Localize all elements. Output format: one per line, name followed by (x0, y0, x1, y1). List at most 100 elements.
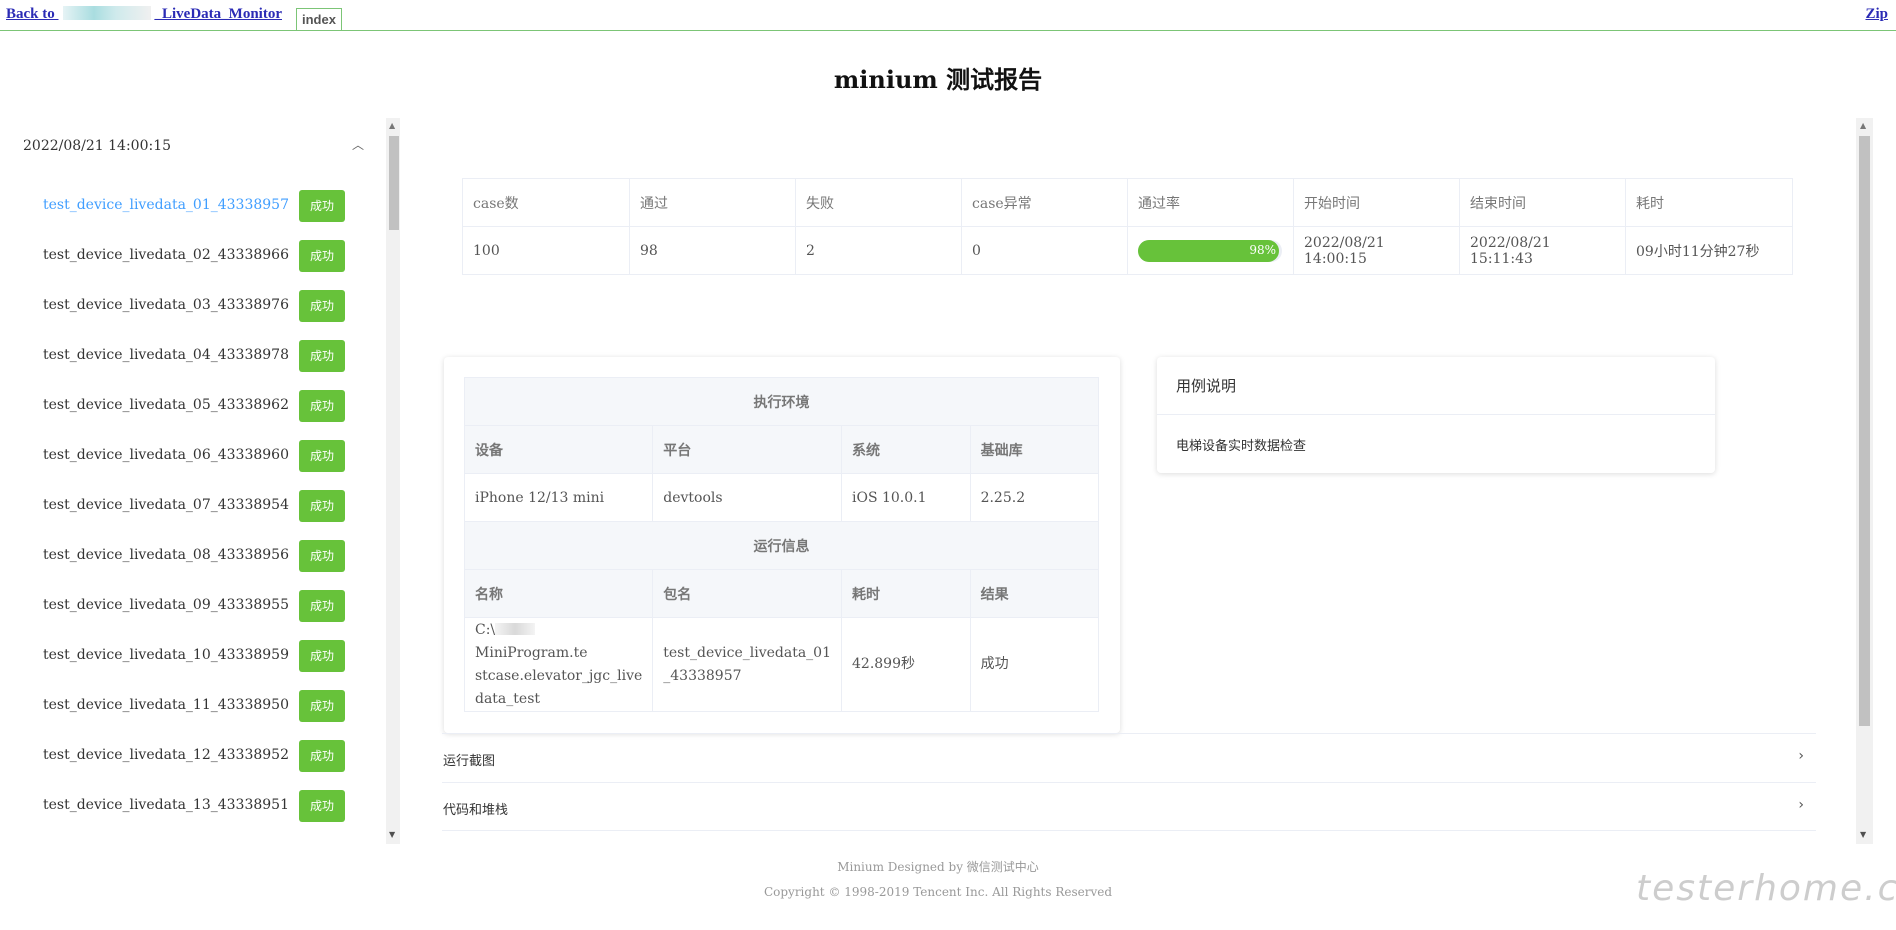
pass-rate-label: 98% (1249, 242, 1276, 257)
case-name[interactable]: test_device_livedata_03_43338976 (43, 297, 289, 313)
status-success-button[interactable]: 成功 (299, 790, 345, 822)
sdk-version-value: 2.25.2 (969, 473, 1100, 522)
summary-value-row: 100 98 2 0 98% 2022/08/21 14:00:15 2022/… (462, 226, 1793, 275)
section-title-env: 执行环境 (464, 377, 1099, 426)
scroll-down-arrow-icon[interactable]: ▼ (389, 830, 395, 839)
status-success-button[interactable]: 成功 (299, 740, 345, 772)
status-success-button[interactable]: 成功 (299, 390, 345, 422)
sidebar-case-item[interactable]: test_device_livedata_03_43338976 成功 (0, 282, 385, 332)
status-success-button[interactable]: 成功 (299, 540, 345, 572)
run-result-value: 成功 (969, 617, 1100, 712)
sidebar-case-item[interactable]: test_device_livedata_02_43338966 成功 (0, 232, 385, 282)
pass-rate-cell: 98% (1127, 226, 1294, 275)
run-name-value: C:\ MiniProgram.te stcase.elevator_jgc_li… (463, 617, 654, 712)
zip-link[interactable]: Zip (1865, 6, 1888, 23)
pass-rate-progress: 98% (1138, 239, 1282, 262)
case-name[interactable]: test_device_livedata_10_43338959 (43, 647, 289, 663)
summary-header: 结束时间 (1459, 178, 1626, 227)
sidebar-scroll-thumb[interactable] (389, 136, 399, 230)
site-watermark: testerhome.com (1636, 868, 1896, 909)
sidebar-case-item[interactable]: test_device_livedata_13_43338951 成功 (0, 782, 385, 832)
env-header: 设备 (463, 425, 654, 474)
description-body: 电梯设备实时数据检查 (1176, 439, 1307, 454)
system-value: iOS 10.0.1 (841, 473, 971, 522)
case-name[interactable]: test_device_livedata_09_43338955 (43, 597, 289, 613)
section-title-run: 运行信息 (464, 521, 1099, 570)
index-tab[interactable]: index (296, 8, 342, 30)
env-header: 平台 (652, 425, 842, 474)
collapse-code-stack-label: 代码和堆栈 (443, 803, 509, 818)
collapse-screenshots-label: 运行截图 (443, 754, 496, 769)
case-name[interactable]: test_device_livedata_07_43338954 (43, 497, 289, 513)
sidebar-case-item[interactable]: test_device_livedata_06_43338960 成功 (0, 432, 385, 482)
start-time: 2022/08/21 14:00:15 (1293, 226, 1460, 275)
status-success-button[interactable]: 成功 (299, 340, 345, 372)
case-name[interactable]: test_device_livedata_08_43338956 (43, 547, 289, 563)
device-value: iPhone 12/13 mini (463, 473, 654, 522)
run-name-rest: MiniProgram.te stcase.elevator_jgc_live … (475, 644, 643, 707)
failed-count: 2 (795, 226, 962, 275)
run-header: 结果 (969, 569, 1100, 618)
run-header: 名称 (463, 569, 654, 618)
sidebar-case-item[interactable]: test_device_livedata_10_43338959 成功 (0, 632, 385, 682)
status-success-button[interactable]: 成功 (299, 440, 345, 472)
run-name-prefix: C:\ (475, 621, 496, 638)
case-name[interactable]: test_device_livedata_01_43338957 (43, 197, 289, 213)
passed-count: 98 (629, 226, 796, 275)
footer-designed: Minium Designed by 微信测试中心 (837, 860, 1039, 874)
sidebar-case-item[interactable]: test_device_livedata_09_43338955 成功 (0, 582, 385, 632)
status-success-button[interactable]: 成功 (299, 690, 345, 722)
top-link-bar: Back to _LiveData_Monitor index Zip (0, 0, 1896, 31)
case-sidebar: 2022/08/21 14:00:15 ︿ test_device_liveda… (0, 118, 400, 844)
sidebar-case-item[interactable]: test_device_livedata_12_43338952 成功 (0, 732, 385, 782)
chevron-right-icon: › (1798, 797, 1804, 813)
case-name[interactable]: test_device_livedata_06_43338960 (43, 447, 289, 463)
run-group-date[interactable]: 2022/08/21 14:00:15 (23, 138, 171, 154)
chevron-up-icon[interactable]: ︿ (352, 136, 364, 153)
summary-header: 开始时间 (1293, 178, 1460, 227)
case-count: 100 (462, 226, 630, 275)
status-success-button[interactable]: 成功 (299, 240, 345, 272)
case-name[interactable]: test_device_livedata_12_43338952 (43, 747, 289, 763)
status-success-button[interactable]: 成功 (299, 490, 345, 522)
redacted-path-block (495, 622, 536, 635)
back-link-suffix: _LiveData_Monitor (154, 6, 282, 22)
duration: 09小时11分钟27秒 (1625, 226, 1793, 275)
run-duration-value: 42.899秒 (841, 617, 971, 712)
environment-card: 执行环境 设备 平台 系统 基础库 iPhone 12/13 mini devt… (444, 357, 1120, 733)
sidebar-case-item[interactable]: test_device_livedata_05_43338962 成功 (0, 382, 385, 432)
status-success-button[interactable]: 成功 (299, 290, 345, 322)
main-scroll-up-arrow-icon[interactable]: ▲ (1860, 121, 1866, 130)
page-title: minium 测试报告 (833, 65, 1043, 94)
case-name[interactable]: test_device_livedata_02_43338966 (43, 247, 289, 263)
env-header: 基础库 (969, 425, 1100, 474)
collapse-screenshots[interactable]: 运行截图 › (442, 733, 1816, 782)
status-success-button[interactable]: 成功 (299, 640, 345, 672)
summary-header: 通过 (629, 178, 796, 227)
case-name[interactable]: test_device_livedata_04_43338978 (43, 347, 289, 363)
footer-copyright: Copyright © 1998-2019 Tencent Inc. All R… (763, 885, 1113, 899)
run-package-value: test_device_livedata_01 _43338957 (652, 617, 842, 712)
main-scroll-down-arrow-icon[interactable]: ▼ (1860, 830, 1866, 839)
back-to-monitor-link[interactable]: Back to _LiveData_Monitor (6, 6, 282, 23)
sidebar-case-item[interactable]: test_device_livedata_07_43338954 成功 (0, 482, 385, 532)
status-success-button[interactable]: 成功 (299, 590, 345, 622)
scroll-up-arrow-icon[interactable]: ▲ (389, 121, 395, 130)
description-title: 用例说明 (1176, 377, 1237, 395)
sidebar-case-item[interactable]: test_device_livedata_04_43338978 成功 (0, 332, 385, 382)
main-scroll-thumb[interactable] (1859, 136, 1870, 726)
platform-value: devtools (652, 473, 842, 522)
summary-header: case数 (462, 178, 630, 227)
case-description-card: 用例说明 电梯设备实时数据检查 (1157, 357, 1715, 473)
collapse-code-stack[interactable]: 代码和堆栈 › (442, 782, 1816, 831)
sidebar-case-item[interactable]: test_device_livedata_11_43338950 成功 (0, 682, 385, 732)
sidebar-case-item[interactable]: test_device_livedata_08_43338956 成功 (0, 532, 385, 582)
status-success-button[interactable]: 成功 (299, 190, 345, 222)
run-header: 耗时 (841, 569, 971, 618)
case-name[interactable]: test_device_livedata_11_43338950 (43, 697, 289, 713)
sidebar-case-item[interactable]: test_device_livedata_01_43338957 成功 (0, 182, 385, 232)
summary-header: 耗时 (1625, 178, 1793, 227)
case-name[interactable]: test_device_livedata_13_43338951 (43, 797, 289, 813)
case-name[interactable]: test_device_livedata_05_43338962 (43, 397, 289, 413)
error-count: 0 (961, 226, 1128, 275)
